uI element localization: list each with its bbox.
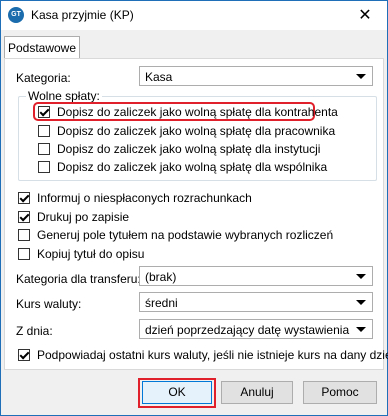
checkbox-zaliczka-kontrahent[interactable] xyxy=(38,106,50,118)
chevron-down-icon xyxy=(356,327,366,332)
chevron-down-icon xyxy=(356,274,366,279)
checkbox-label: Podpowiadaj ostatni kurs waluty, jeśli n… xyxy=(37,348,388,362)
z-dnia-value: dzień poprzedzający datę wystawienia xyxy=(145,323,350,337)
checkbox-label: Informuj o niespłaconych rozrachunkach xyxy=(37,191,252,205)
kurs-waluty-combo[interactable]: średni xyxy=(139,292,373,312)
checkbox-zaliczka-wspolnik[interactable] xyxy=(38,161,50,173)
tab-podstawowe[interactable]: Podstawowe xyxy=(4,36,80,59)
window-title: Kasa przyjmie (KP) xyxy=(31,8,134,22)
checkbox-label: Dopisz do zaliczek jako wolną spłatę dla… xyxy=(57,105,338,119)
kategoria-transferu-combo[interactable]: (brak) xyxy=(139,266,373,286)
checkbox-informuj[interactable] xyxy=(18,192,30,204)
kurs-waluty-value: średni xyxy=(145,296,178,310)
kategoria-transferu-value: (brak) xyxy=(145,270,177,284)
checkbox-label: Dopisz do zaliczek jako wolną spłatę dla… xyxy=(57,124,336,138)
z-dnia-label: Z dnia: xyxy=(16,324,53,338)
checkbox-label: Dopisz do zaliczek jako wolną spłatę dla… xyxy=(57,160,328,174)
app-icon: GT xyxy=(8,7,24,23)
checkbox-label: Generuj pole tytułem na podstawie wybran… xyxy=(37,228,334,242)
checkbox-podpowiadaj[interactable] xyxy=(18,349,30,361)
cancel-button[interactable]: Anuluj xyxy=(221,381,293,404)
help-button[interactable]: Pomoc xyxy=(303,381,377,404)
dialog-window: GT Kasa przyjmie (KP) ✕ Podstawowe Kateg… xyxy=(0,0,388,416)
ok-button[interactable]: OK xyxy=(142,381,212,404)
checkbox-label: Kopiuj tytuł do opisu xyxy=(37,247,145,261)
kategoria-label: Kategoria: xyxy=(16,71,71,85)
chevron-down-icon xyxy=(356,300,366,305)
kategoria-value: Kasa xyxy=(145,70,173,84)
z-dnia-combo[interactable]: dzień poprzedzający datę wystawienia xyxy=(139,319,373,339)
checkbox-drukuj[interactable] xyxy=(18,211,30,223)
checkbox-zaliczka-pracownik[interactable] xyxy=(38,125,50,137)
close-button[interactable]: ✕ xyxy=(343,1,387,30)
wolne-splaty-title: Wolne spłaty: xyxy=(26,89,102,103)
checkbox-kopiuj-tytul[interactable] xyxy=(18,248,30,260)
tab-bar: Podstawowe xyxy=(1,30,387,60)
tab-panel: Kategoria: Kasa Wolne spłaty: Dopisz do … xyxy=(4,58,388,370)
title-bar: GT Kasa przyjmie (KP) ✕ xyxy=(1,1,387,30)
checkbox-generuj-tytul[interactable] xyxy=(18,229,30,241)
kategoria-transferu-label: Kategoria dla transferu: xyxy=(16,272,141,286)
checkbox-label: Drukuj po zapisie xyxy=(37,210,130,224)
kurs-waluty-label: Kurs waluty: xyxy=(16,297,82,311)
kategoria-combo[interactable]: Kasa xyxy=(139,66,373,86)
checkbox-label: Dopisz do zaliczek jako wolną spłatę dla… xyxy=(57,142,321,156)
checkbox-zaliczka-instytucja[interactable] xyxy=(38,143,50,155)
chevron-down-icon xyxy=(356,74,366,79)
